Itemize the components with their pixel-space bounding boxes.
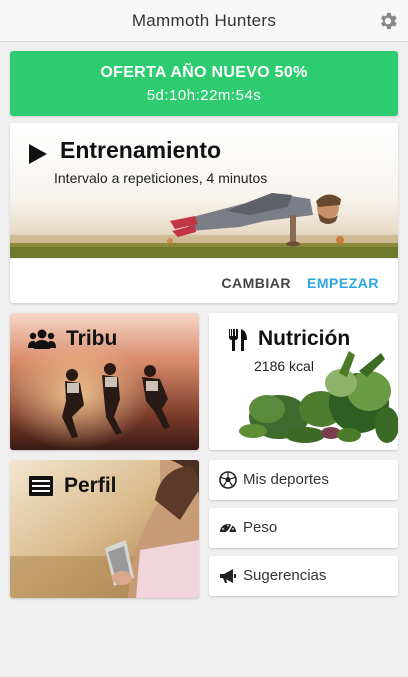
gauge-icon xyxy=(220,524,236,534)
tribe-tile[interactable]: Tribu xyxy=(10,313,199,450)
offer-countdown: 5d:10h:22m:54s xyxy=(146,87,262,104)
nutrition-tile[interactable]: Nutrición 2186 kcal xyxy=(209,313,398,450)
change-button[interactable]: CAMBIAR xyxy=(221,275,291,291)
menu-item-label: Peso xyxy=(243,519,278,536)
training-subtitle: Intervalo a repeticiones, 4 minutos xyxy=(54,170,268,186)
top-bar: Mammoth Hunters xyxy=(0,0,408,42)
profile-card-icon xyxy=(29,476,53,496)
kcal-value: 2186 kcal xyxy=(254,358,314,374)
menu-item-label: Sugerencias xyxy=(243,567,327,584)
menu-item-peso[interactable]: Peso xyxy=(209,508,398,548)
play-icon xyxy=(29,144,47,164)
gear-icon[interactable] xyxy=(377,10,399,32)
nutrition-label: Nutrición xyxy=(258,327,351,350)
menu-item-mis-deportes[interactable]: Mis deportes xyxy=(209,460,398,500)
tribe-label: Tribu xyxy=(66,327,118,350)
offer-banner[interactable]: OFERTA AÑO NUEVO 50% 5d:10h:22m:54s xyxy=(10,51,398,116)
fork-knife-icon xyxy=(229,329,247,351)
soccer-ball-icon xyxy=(219,471,237,489)
group-icon xyxy=(28,329,56,349)
offer-title: OFERTA AÑO NUEVO 50% xyxy=(100,64,308,81)
training-card[interactable]: Entrenamiento Intervalo a repeticiones, … xyxy=(10,123,398,303)
profile-label: Perfil xyxy=(64,474,117,497)
menu-item-sugerencias[interactable]: Sugerencias xyxy=(209,556,398,596)
menu-item-label: Mis deportes xyxy=(243,471,329,488)
app-title: Mammoth Hunters xyxy=(131,11,277,30)
training-title: Entrenamiento xyxy=(60,137,222,163)
profile-tile[interactable]: Perfil xyxy=(10,460,199,598)
megaphone-icon xyxy=(220,569,236,583)
start-button[interactable]: EMPEZAR xyxy=(307,275,379,291)
